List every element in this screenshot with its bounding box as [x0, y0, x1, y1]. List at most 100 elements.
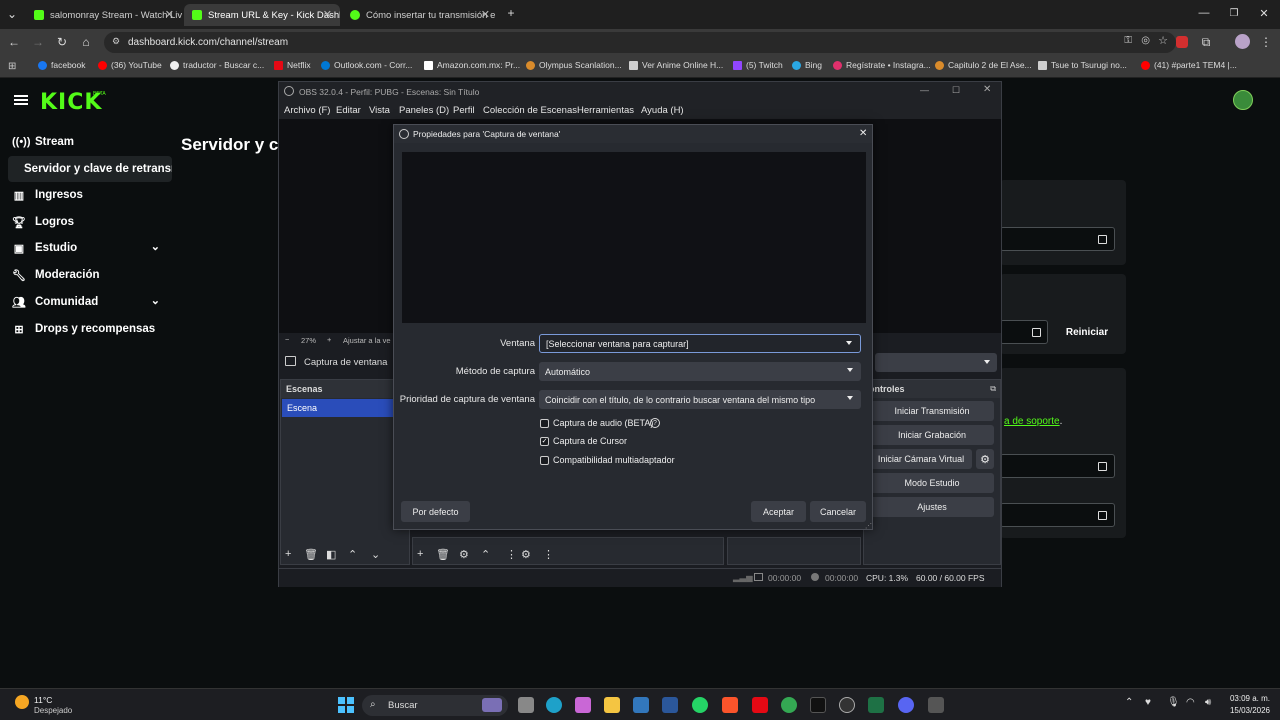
tray-chevron-icon[interactable]: ⌃: [1125, 697, 1133, 708]
menu-paneles[interactable]: Paneles (D): [399, 105, 449, 116]
bookmark-youtube-parte1[interactable]: (41) #parte1 TEM4 |...: [1141, 60, 1237, 70]
menu-kebab-icon[interactable]: ⋮: [1258, 34, 1274, 50]
dock-float-icon[interactable]: ⧉: [990, 384, 996, 394]
bookmark-youtube[interactable]: (36) YouTube: [98, 60, 162, 70]
user-avatar[interactable]: [1233, 90, 1253, 110]
capture-method-select[interactable]: Automático: [539, 362, 861, 381]
bookmark-facebook[interactable]: facebook: [38, 60, 86, 70]
taskbar-search[interactable]: ⌕ Buscar: [362, 695, 508, 716]
browser-tab-3[interactable]: Cómo insertar tu transmisión e ✕: [342, 4, 498, 26]
defaults-button[interactable]: Por defecto: [401, 501, 470, 522]
weather-temp[interactable]: 11°C: [34, 695, 52, 705]
zoom-out-icon[interactable]: −: [285, 335, 289, 344]
remove-source-icon[interactable]: 🗑︎: [436, 548, 450, 561]
zoom-in-icon[interactable]: +: [327, 335, 331, 344]
cursor-capture-checkbox[interactable]: ✓: [540, 437, 549, 446]
forward-icon[interactable]: →: [30, 34, 46, 50]
microphone-icon[interactable]: 🎙︎: [1167, 697, 1180, 708]
obs-maximize-icon[interactable]: ☐: [952, 85, 960, 96]
server-url-field[interactable]: [1000, 227, 1115, 251]
settings-button[interactable]: Ajustes: [870, 497, 994, 517]
discord-icon[interactable]: [898, 697, 914, 713]
move-up-icon[interactable]: ⌃: [348, 548, 357, 561]
bookmark-outlook[interactable]: Outlook.com - Corr...: [321, 60, 412, 70]
bookmark-traductor[interactable]: traductor - Buscar c...: [170, 60, 264, 70]
bookmark-olympus[interactable]: Olympus Scanlation...: [526, 60, 622, 70]
sidebar-item-stream[interactable]: ((•)) Stream: [12, 131, 74, 153]
copilot-icon[interactable]: [575, 697, 591, 713]
apps-grid-icon[interactable]: ⊞: [8, 61, 16, 72]
audio-capture-checkbox[interactable]: [540, 419, 549, 428]
close-window-icon[interactable]: ✕: [1256, 5, 1272, 21]
support-field-2[interactable]: [1000, 503, 1115, 527]
audio-more-icon[interactable]: ⋮: [543, 548, 554, 561]
bookmark-netflix[interactable]: Netflix: [274, 60, 311, 70]
minimize-icon[interactable]: —: [1196, 5, 1212, 21]
window-priority-select[interactable]: Coincidir con el título, de lo contrario…: [539, 390, 861, 409]
audio-settings-icon[interactable]: ⚙: [521, 548, 531, 561]
bookmark-amazon[interactable]: Amazon.com.mx: Pr...: [424, 60, 520, 70]
brave-icon[interactable]: [722, 697, 738, 713]
tray-app-icon[interactable]: ♥: [1145, 697, 1151, 708]
obs-minimize-icon[interactable]: —: [920, 85, 929, 95]
bookmark-twitch[interactable]: (5) Twitch: [733, 60, 783, 70]
source-up-icon[interactable]: ⌃: [481, 548, 490, 561]
multiadapter-checkbox[interactable]: [540, 456, 549, 465]
url-input[interactable]: ⚙ dashboard.kick.com/channel/stream ⚿ ◎ …: [104, 32, 1176, 53]
copy-icon[interactable]: [1098, 462, 1107, 471]
eye-off-icon[interactable]: ◎: [1141, 35, 1150, 46]
word-icon[interactable]: [662, 697, 678, 713]
scene-filter-icon[interactable]: ◧: [326, 548, 336, 561]
home-icon[interactable]: ⌂: [78, 34, 94, 50]
close-tab-icon[interactable]: ✕: [323, 8, 332, 21]
sidebar-item-logros[interactable]: 🏆︎ Logros: [12, 211, 74, 233]
studio-mode-button[interactable]: Modo Estudio: [870, 473, 994, 493]
browser-tab-2[interactable]: Stream URL & Key - Kick Dashb ✕: [184, 4, 340, 26]
app-icon[interactable]: [928, 697, 944, 713]
clock-time[interactable]: 03:09 a. m.: [1226, 694, 1270, 703]
move-down-icon[interactable]: ⌄: [371, 548, 380, 561]
ok-button[interactable]: Aceptar: [751, 501, 806, 522]
obs-close-icon[interactable]: ✕: [983, 84, 991, 95]
excel-icon[interactable]: [868, 697, 884, 713]
store-icon[interactable]: [633, 697, 649, 713]
windows-start-icon[interactable]: [338, 697, 354, 713]
bookmark-star-icon[interactable]: ☆: [1158, 34, 1168, 47]
stream-key-field[interactable]: [1000, 320, 1048, 344]
bookmark-capitulo[interactable]: Capitulo 2 de El Ase...: [935, 60, 1032, 70]
scene-item[interactable]: Escena: [282, 399, 408, 417]
tiktok-icon[interactable]: [810, 697, 826, 713]
tab-search-chevron-icon[interactable]: ⌄: [4, 6, 20, 22]
sidebar-item-stream-key[interactable]: Servidor y clave de retransm: [8, 156, 172, 182]
extensions-icon[interactable]: ⧉: [1198, 34, 1214, 50]
window-select[interactable]: [Seleccionar ventana para capturar]: [539, 334, 861, 353]
dialog-close-icon[interactable]: ✕: [859, 128, 867, 139]
maximize-icon[interactable]: ❐: [1226, 5, 1242, 21]
bookmark-tsue[interactable]: Tsue to Tsurugi no...: [1038, 60, 1127, 70]
sidebar-item-estudio[interactable]: ▣ Estudio ⌄: [12, 237, 160, 259]
cancel-button[interactable]: Cancelar: [810, 501, 866, 522]
whatsapp-icon[interactable]: [692, 697, 708, 713]
menu-coleccion-escenas[interactable]: Colección de Escenas: [483, 105, 577, 116]
sidebar-item-drops[interactable]: ⊞ Drops y recompensas: [12, 318, 155, 340]
menu-editar[interactable]: Editar: [336, 105, 361, 116]
sidebar-item-ingresos[interactable]: ▥ Ingresos: [12, 184, 83, 206]
close-tab-icon[interactable]: ✕: [165, 8, 174, 21]
file-explorer-icon[interactable]: [604, 697, 620, 713]
volume-icon[interactable]: 🔊︎: [1205, 697, 1211, 708]
hamburger-menu-icon[interactable]: [14, 95, 28, 105]
copy-icon[interactable]: [1098, 235, 1107, 244]
new-tab-icon[interactable]: +: [503, 5, 519, 21]
source-dropdown[interactable]: [875, 353, 997, 372]
menu-perfil[interactable]: Perfil: [453, 105, 475, 116]
adblock-extension-icon[interactable]: [1176, 36, 1188, 48]
copy-icon[interactable]: [1032, 328, 1041, 337]
menu-ayuda[interactable]: Ayuda (H): [641, 105, 684, 116]
menu-archivo[interactable]: Archivo (F): [284, 105, 330, 116]
netflix-app-icon[interactable]: [752, 697, 768, 713]
profile-avatar[interactable]: [1235, 34, 1250, 49]
add-source-icon[interactable]: +: [417, 548, 423, 560]
support-link[interactable]: a de soporte: [1004, 416, 1060, 427]
reiniciar-button[interactable]: Reiniciar: [1058, 322, 1116, 342]
zoom-fit[interactable]: Ajustar a la ve: [343, 336, 391, 345]
